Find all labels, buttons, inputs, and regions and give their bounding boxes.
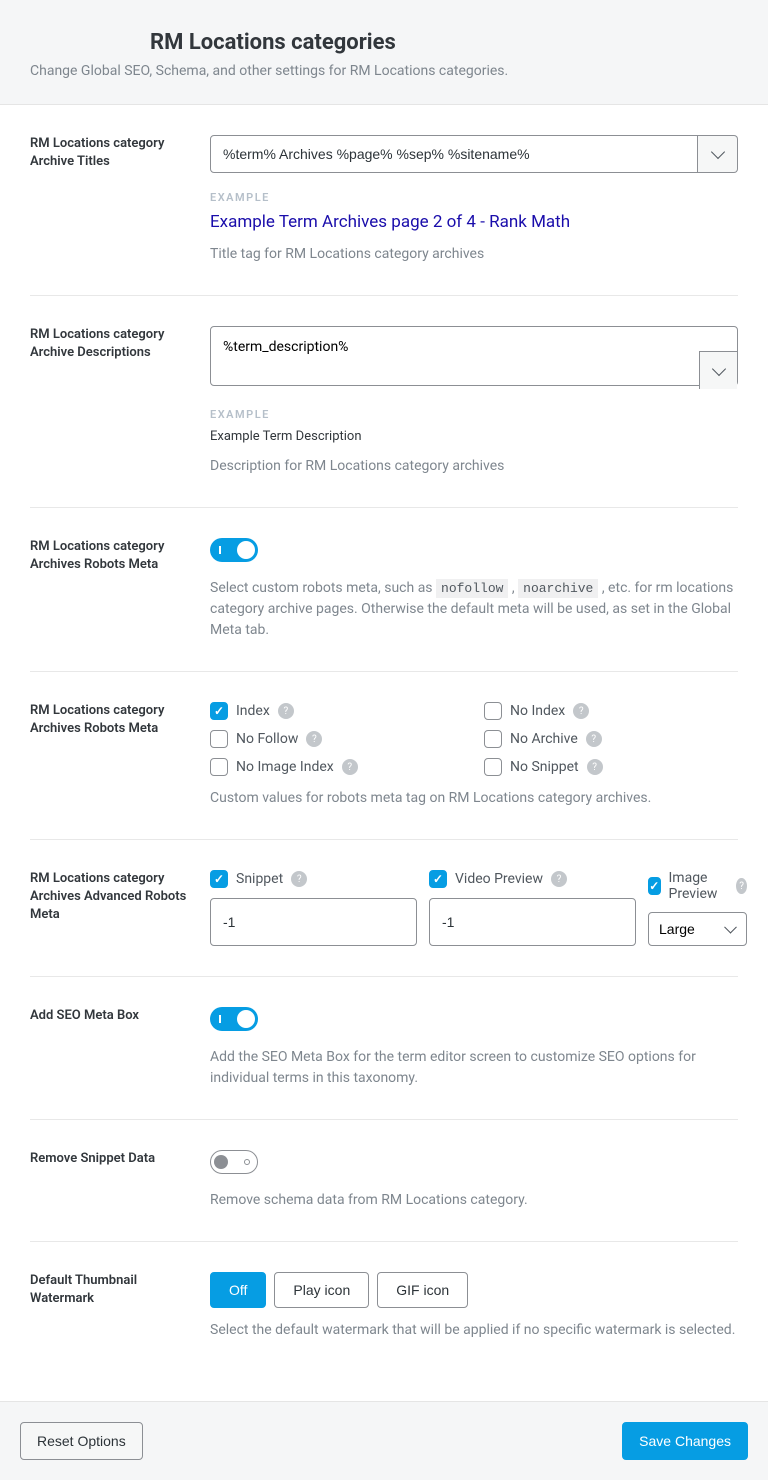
checkbox-video-preview[interactable]	[429, 870, 447, 888]
snippet-label: Snippet	[236, 871, 283, 887]
help-icon[interactable]: ?	[586, 731, 602, 747]
code-nofollow: nofollow	[436, 579, 508, 598]
label-watermark: Default Thumbnail Watermark	[30, 1272, 190, 1308]
seo-metabox-help: Add the SEO Meta Box for the term editor…	[210, 1047, 738, 1089]
remove-snippet-toggle[interactable]	[210, 1150, 258, 1174]
page-title: RM Locations categories	[150, 30, 738, 55]
checkbox-snippet[interactable]	[210, 870, 228, 888]
image-preview-label: Image Preview	[669, 870, 729, 902]
checkbox-nofollow-label: No Follow	[236, 731, 298, 747]
row-remove-snippet: Remove Snippet Data Remove schema data f…	[30, 1120, 738, 1242]
checkbox-index-label: Index	[236, 703, 270, 719]
checkbox-noindex-label: No Index	[510, 703, 565, 719]
chevron-down-icon	[710, 145, 724, 159]
chevron-down-icon	[711, 361, 725, 375]
help-icon[interactable]: ?	[342, 759, 358, 775]
checkbox-noimageindex[interactable]	[210, 758, 228, 776]
label-archive-descriptions: RM Locations category Archive Descriptio…	[30, 326, 190, 362]
variables-dropdown-button[interactable]	[698, 135, 738, 173]
row-archive-descriptions: RM Locations category Archive Descriptio…	[30, 296, 738, 508]
checkbox-noindex[interactable]	[484, 702, 502, 720]
title-example: Example Term Archives page 2 of 4 - Rank…	[210, 212, 738, 232]
page-subtitle: Change Global SEO, Schema, and other set…	[30, 63, 738, 79]
snippet-value-input[interactable]	[210, 898, 417, 946]
checkbox-noarchive-label: No Archive	[510, 731, 578, 747]
help-icon[interactable]: ?	[573, 703, 589, 719]
checkbox-nosnippet[interactable]	[484, 758, 502, 776]
checkbox-noimageindex-label: No Image Index	[236, 759, 334, 775]
desc-example: Example Term Description	[210, 429, 738, 444]
help-icon[interactable]: ?	[736, 878, 747, 894]
checkbox-index[interactable]	[210, 702, 228, 720]
reset-options-button[interactable]: Reset Options	[20, 1422, 143, 1460]
seo-metabox-toggle[interactable]	[210, 1007, 258, 1031]
help-icon[interactable]: ?	[291, 871, 307, 887]
example-label: EXAMPLE	[210, 408, 738, 421]
watermark-play-button[interactable]: Play icon	[274, 1272, 369, 1308]
video-preview-value-input[interactable]	[429, 898, 636, 946]
page-header: RM Locations categories Change Global SE…	[0, 0, 768, 105]
robots-meta-toggle[interactable]	[210, 538, 258, 562]
remove-snippet-help: Remove schema data from RM Locations cat…	[210, 1190, 738, 1211]
label-remove-snippet: Remove Snippet Data	[30, 1150, 190, 1168]
example-label: EXAMPLE	[210, 191, 738, 204]
robots-toggle-help: Select custom robots meta, such as nofol…	[210, 578, 738, 641]
help-icon[interactable]: ?	[306, 731, 322, 747]
watermark-help: Select the default watermark that will b…	[210, 1320, 738, 1341]
archive-titles-input[interactable]	[210, 135, 698, 173]
variables-dropdown-button[interactable]	[699, 351, 737, 389]
save-changes-button[interactable]: Save Changes	[622, 1422, 748, 1460]
label-robots-checks: RM Locations category Archives Robots Me…	[30, 702, 190, 738]
image-preview-select[interactable]: Large	[648, 912, 747, 946]
row-robots-toggle: RM Locations category Archives Robots Me…	[30, 508, 738, 672]
row-archive-titles: RM Locations category Archive Titles EXA…	[30, 105, 738, 296]
help-icon[interactable]: ?	[587, 759, 603, 775]
row-seo-metabox: Add SEO Meta Box Add the SEO Meta Box fo…	[30, 977, 738, 1120]
checkbox-nofollow[interactable]	[210, 730, 228, 748]
row-advanced-robots: RM Locations category Archives Advanced …	[30, 840, 738, 977]
desc-help: Description for RM Locations category ar…	[210, 456, 738, 477]
archive-descriptions-input[interactable]: %term_description%	[210, 326, 738, 386]
help-icon[interactable]: ?	[551, 871, 567, 887]
label-advanced-robots: RM Locations category Archives Advanced …	[30, 870, 190, 925]
row-watermark: Default Thumbnail Watermark Off Play ico…	[30, 1242, 738, 1371]
footer: Reset Options Save Changes	[0, 1401, 768, 1480]
watermark-gif-button[interactable]: GIF icon	[377, 1272, 468, 1308]
checkbox-nosnippet-label: No Snippet	[510, 759, 579, 775]
checkbox-noarchive[interactable]	[484, 730, 502, 748]
watermark-off-button[interactable]: Off	[210, 1272, 266, 1308]
robots-checks-help: Custom values for robots meta tag on RM …	[210, 788, 738, 809]
label-archive-titles: RM Locations category Archive Titles	[30, 135, 190, 171]
video-preview-label: Video Preview	[455, 871, 543, 887]
row-robots-checks: RM Locations category Archives Robots Me…	[30, 672, 738, 840]
label-robots-toggle: RM Locations category Archives Robots Me…	[30, 538, 190, 574]
title-help: Title tag for RM Locations category arch…	[210, 244, 738, 265]
code-noarchive: noarchive	[518, 579, 598, 598]
checkbox-image-preview[interactable]	[648, 877, 661, 895]
help-icon[interactable]: ?	[278, 703, 294, 719]
label-seo-metabox: Add SEO Meta Box	[30, 1007, 190, 1025]
